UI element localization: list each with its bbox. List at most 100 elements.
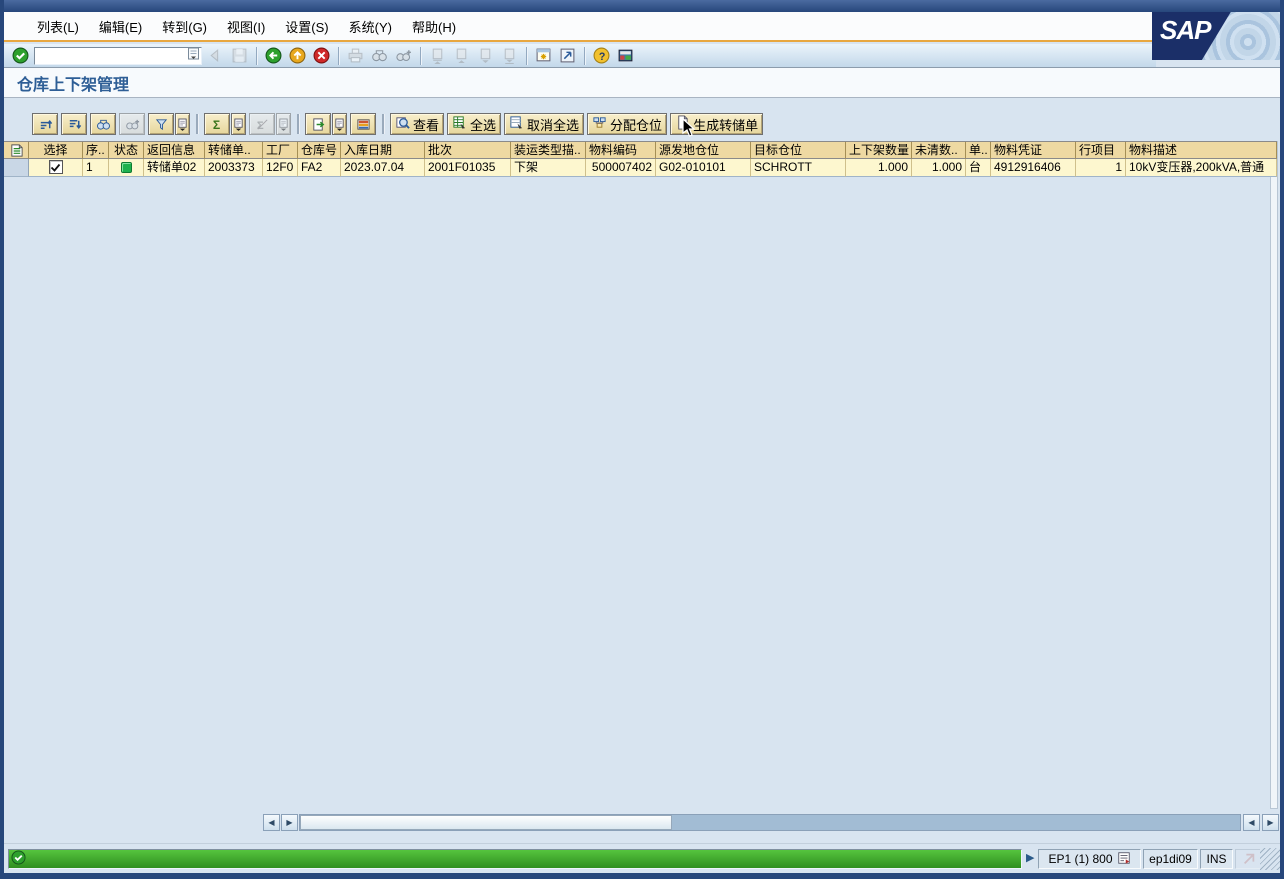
column-header-status[interactable]: 状态: [109, 142, 144, 159]
previous-page-icon: [451, 46, 472, 66]
status-bar: ▶ EP1 (1) 800 ep1di09 INS: [4, 846, 1280, 873]
sort-ascending-icon[interactable]: [32, 113, 58, 135]
sum-icon[interactable]: Σ: [204, 113, 230, 135]
window-top-border: [0, 0, 1284, 12]
column-header-plant[interactable]: 工厂: [263, 142, 298, 159]
column-header-source-bin[interactable]: 源发地仓位: [656, 142, 751, 159]
grid-header-row: 选择序..状态返回信息转储单..工厂仓库号入库日期批次装运类型描..物料编码源发…: [4, 141, 1277, 159]
title-bar: 仓库上下架管理: [4, 68, 1280, 98]
table-icon[interactable]: [4, 142, 29, 159]
column-header-transfer-order[interactable]: 转储单..: [205, 142, 263, 159]
menu-item-list[interactable]: 列表(L): [28, 14, 88, 39]
find-icon: [369, 46, 390, 66]
cell-seq: 1: [83, 159, 109, 177]
cell-return-message: 转储单02: [144, 159, 205, 177]
select-all-icon: [452, 115, 467, 133]
find-next-icon: [393, 46, 414, 66]
column-header-movement-type-desc[interactable]: 装运类型描..: [511, 142, 586, 159]
exit-icon[interactable]: [287, 46, 308, 66]
help-icon[interactable]: ?: [591, 46, 612, 66]
scrollbar-thumb[interactable]: [300, 815, 672, 830]
status-led-green: [121, 162, 132, 173]
system-info-cell[interactable]: EP1 (1) 800: [1038, 849, 1141, 869]
filter-dropdown-icon[interactable]: [175, 113, 190, 135]
cell-unit: 台: [966, 159, 991, 177]
insert-mode-cell: INS: [1200, 849, 1233, 869]
deselect-all-button-label: 取消全选: [527, 115, 579, 134]
column-header-material-desc[interactable]: 物料描述: [1126, 142, 1277, 159]
toolbar-separator: [256, 47, 257, 65]
server-list-icon[interactable]: [1117, 851, 1131, 868]
server-cell: ep1di09: [1143, 849, 1198, 869]
menu-item-help[interactable]: 帮助(H): [403, 14, 465, 39]
deselect-all-button[interactable]: 取消全选: [504, 113, 584, 135]
export-icon[interactable]: [305, 113, 331, 135]
view-button[interactable]: 查看: [390, 113, 444, 135]
export-dropdown-icon[interactable]: [332, 113, 347, 135]
column-header-putaway-qty[interactable]: 上下架数量: [846, 142, 912, 159]
toolbar-separator: [297, 114, 299, 134]
column-header-unit[interactable]: 单..: [966, 142, 991, 159]
view-button-label: 查看: [413, 115, 439, 134]
column-header-select[interactable]: 选择: [29, 142, 83, 159]
customize-icon[interactable]: [615, 46, 636, 66]
column-header-receipt-date[interactable]: 入库日期: [341, 142, 425, 159]
menu-item-edit[interactable]: 编辑(E): [90, 14, 151, 39]
deselect-all-icon: [509, 115, 524, 133]
svg-text:?: ?: [599, 51, 605, 63]
sap-logo-text: SAP: [1152, 15, 1210, 46]
row-selector[interactable]: [4, 159, 29, 177]
column-header-material-doc[interactable]: 物料凭证: [991, 142, 1076, 159]
menu-item-view[interactable]: 视图(I): [218, 14, 274, 39]
menu-item-settings[interactable]: 设置(S): [276, 14, 337, 39]
scroll-right-2-icon[interactable]: ▶: [1262, 814, 1279, 831]
table-row: 1转储单02200337312F0FA22023.07.042001F01035…: [4, 159, 1277, 177]
shortcut-icon[interactable]: [557, 46, 578, 66]
column-header-warehouse-no[interactable]: 仓库号: [298, 142, 341, 159]
sort-descending-icon[interactable]: [61, 113, 87, 135]
column-header-return-message[interactable]: 返回信息: [144, 142, 205, 159]
choose-layout-icon[interactable]: [350, 113, 376, 135]
find-icon[interactable]: [90, 113, 116, 135]
status-divider: [4, 843, 1280, 844]
menu-item-goto[interactable]: 转到(G): [153, 14, 216, 39]
cell-plant: 12F0: [263, 159, 298, 177]
resize-grip[interactable]: [1260, 848, 1280, 870]
status-ok-icon: [11, 850, 26, 868]
vertical-scrollbar[interactable]: [1270, 141, 1278, 809]
assign-bin-button[interactable]: 分配仓位: [587, 113, 667, 135]
server-name-text: ep1di09: [1149, 852, 1192, 866]
filter-icon[interactable]: [148, 113, 174, 135]
menu-bar: 列表(L)编辑(E)转到(G)视图(I)设置(S)系统(Y)帮助(H): [4, 12, 1156, 42]
alv-toolbar: ΣΣ查看全选取消全选分配仓位生成转储单: [32, 112, 763, 136]
column-header-line-item[interactable]: 行项目: [1076, 142, 1126, 159]
command-history-icon[interactable]: [187, 47, 200, 64]
scroll-left-icon[interactable]: ◀: [263, 814, 280, 831]
grid-body: 1转储单02200337312F0FA22023.07.042001F01035…: [4, 159, 1277, 177]
column-header-material-code[interactable]: 物料编码: [586, 142, 656, 159]
column-header-batch[interactable]: 批次: [425, 142, 511, 159]
menu-item-system[interactable]: 系统(Y): [340, 14, 401, 39]
standard-toolbar: ?: [4, 44, 1156, 67]
enter-icon[interactable]: [10, 46, 31, 66]
new-session-icon[interactable]: [533, 46, 554, 66]
status-expand-icon[interactable]: ▶: [1026, 851, 1034, 864]
command-input[interactable]: [34, 47, 202, 65]
back-icon[interactable]: [263, 46, 284, 66]
status-extra-cell: [1235, 849, 1262, 869]
scrollbar-track[interactable]: [299, 814, 1241, 831]
row-checkbox[interactable]: [49, 160, 63, 174]
cell-putaway-qty: 1.000: [846, 159, 912, 177]
scroll-left-2-icon[interactable]: ◀: [1243, 814, 1260, 831]
cancel-icon[interactable]: [311, 46, 332, 66]
scroll-right-icon[interactable]: ▶: [281, 814, 298, 831]
cell-warehouse-no: FA2: [298, 159, 341, 177]
column-header-target-bin[interactable]: 目标仓位: [751, 142, 846, 159]
sum-dropdown-icon[interactable]: [231, 113, 246, 135]
cell-batch: 2001F01035: [425, 159, 511, 177]
window-bottom-border: [0, 873, 1284, 879]
column-header-open-qty[interactable]: 未清数..: [912, 142, 966, 159]
horizontal-scrollbar: ◀ ▶ ◀ ▶: [0, 814, 1284, 832]
select-all-button[interactable]: 全选: [447, 113, 501, 135]
column-header-seq[interactable]: 序..: [83, 142, 109, 159]
